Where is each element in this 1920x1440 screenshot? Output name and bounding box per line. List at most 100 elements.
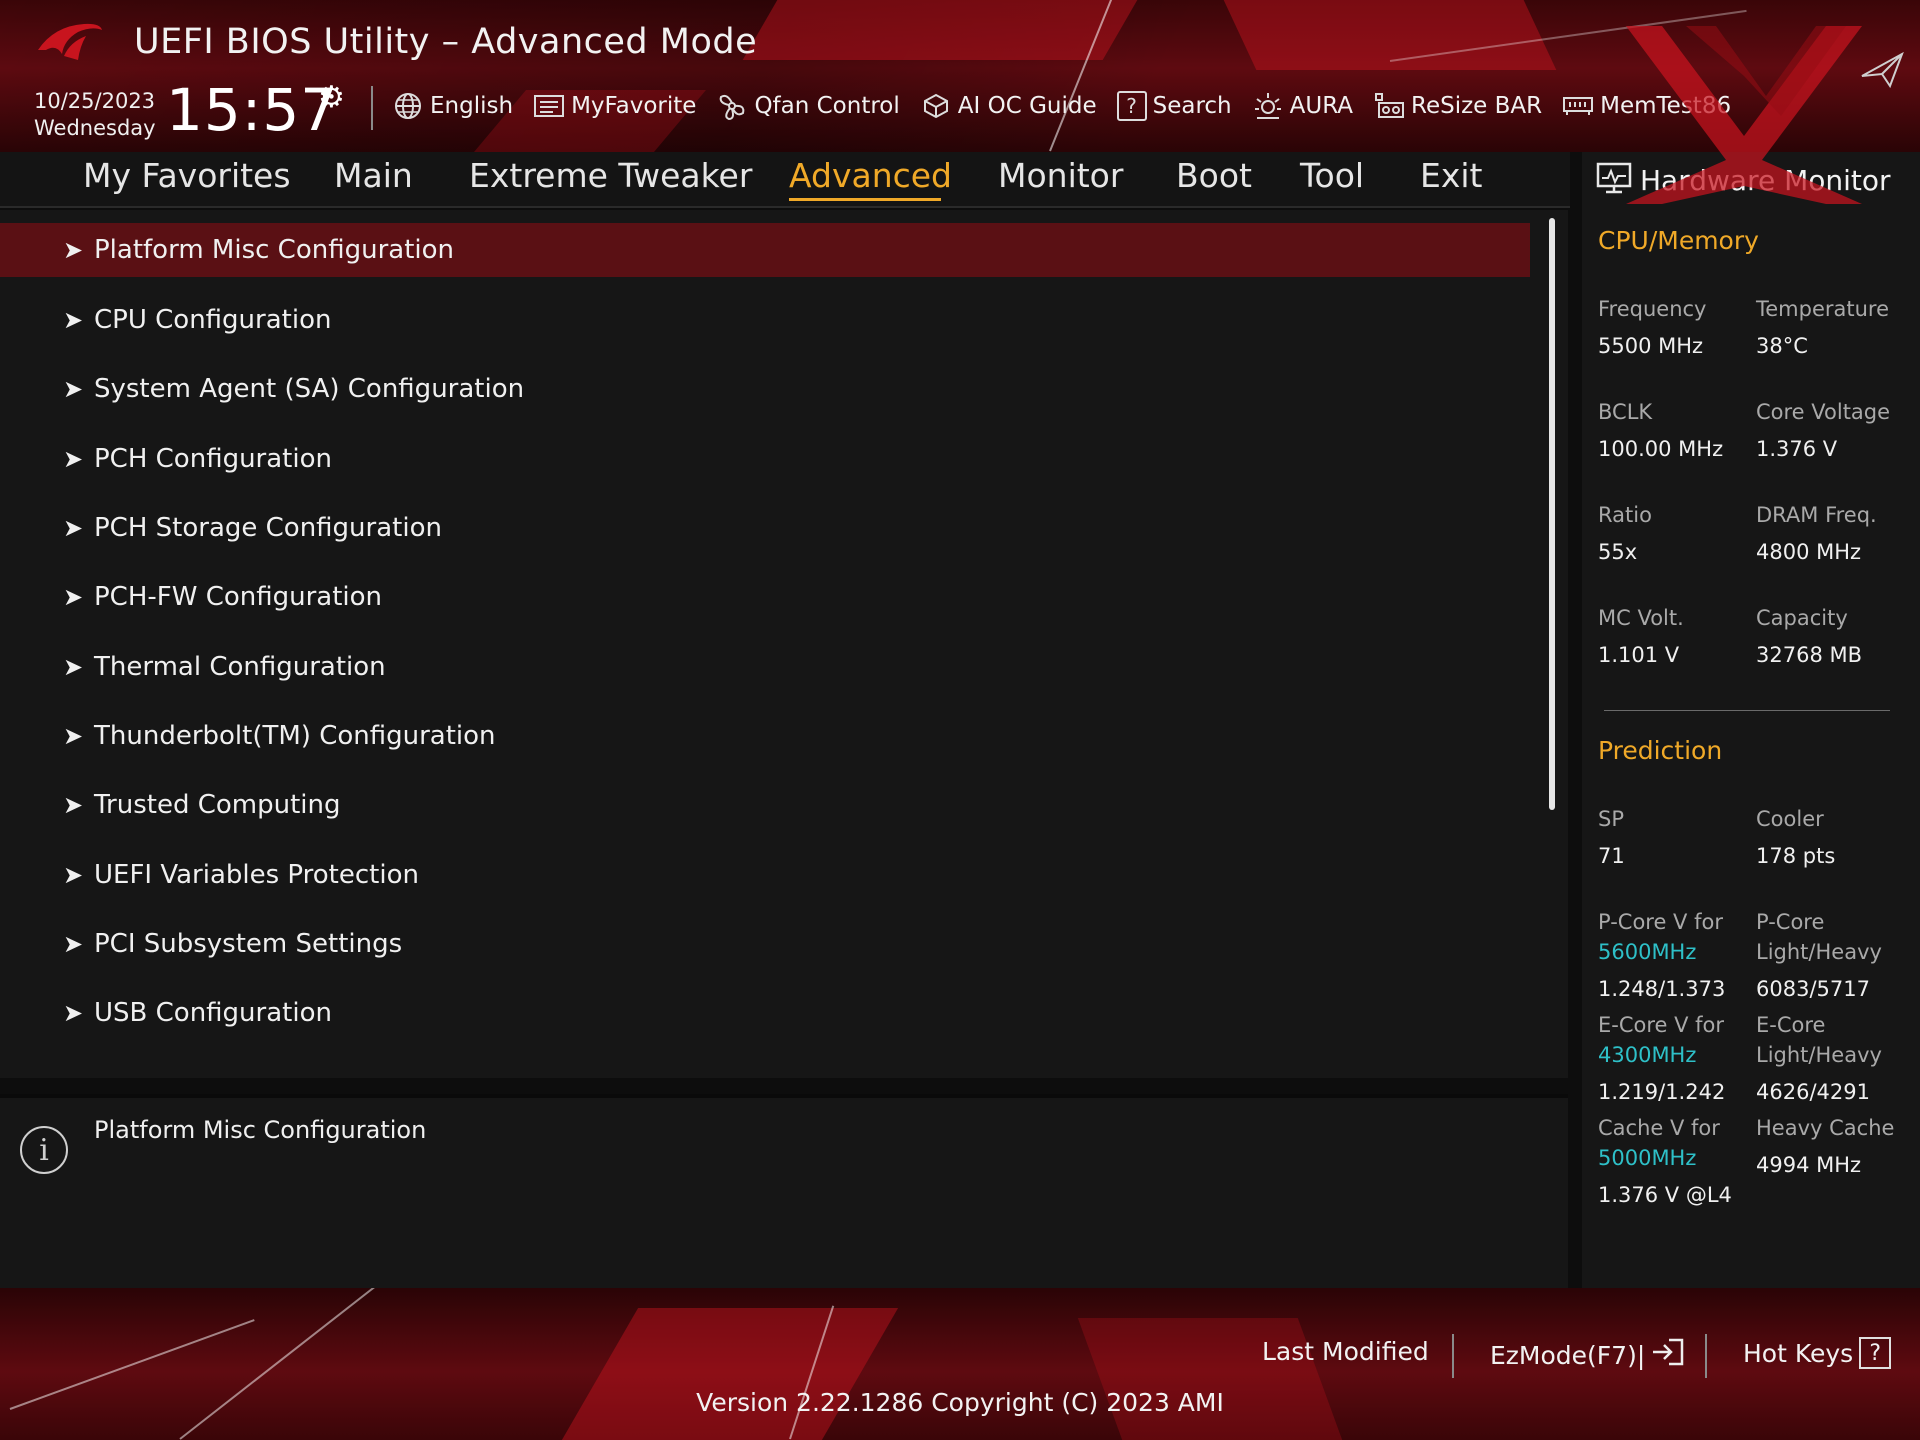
footer-separator	[1705, 1334, 1707, 1378]
date-text: 10/25/2023	[34, 89, 156, 113]
ecore-v-freq: 4300MHz	[1598, 1043, 1697, 1067]
last-modified-button[interactable]: Last Modified	[1262, 1337, 1429, 1366]
search-button[interactable]: ? Search	[1116, 91, 1232, 121]
ratio-label: Ratio	[1598, 503, 1652, 527]
ecore-lh-label-1: E-Core	[1756, 1013, 1826, 1037]
aura-button[interactable]: AURA	[1252, 90, 1353, 122]
tab-boot[interactable]: Boot	[1176, 156, 1252, 195]
tab-tool[interactable]: Tool	[1300, 156, 1364, 195]
dram-freq-label: DRAM Freq.	[1756, 503, 1877, 527]
tab-my-favorites[interactable]: My Favorites	[83, 156, 291, 195]
chevron-right-icon: ➤	[63, 722, 84, 750]
list-item-pch-configuration[interactable]: ➤ PCH Configuration	[0, 432, 1530, 486]
list-item-thermal[interactable]: ➤ Thermal Configuration	[0, 640, 1530, 694]
list-item-pci-subsystem[interactable]: ➤ PCI Subsystem Settings	[0, 917, 1530, 971]
tab-monitor[interactable]: Monitor	[998, 156, 1123, 195]
chevron-right-icon: ➤	[63, 306, 84, 334]
pcore-v-label: P-Core V for	[1598, 910, 1723, 934]
ai-oc-guide-button[interactable]: AI OC Guide	[920, 90, 1097, 122]
language-button[interactable]: English	[392, 90, 513, 122]
list-item-pch-storage[interactable]: ➤ PCH Storage Configuration	[0, 501, 1530, 555]
chevron-right-icon: ➤	[63, 583, 84, 611]
last-modified-label: Last Modified	[1262, 1337, 1429, 1366]
chevron-right-icon: ➤	[63, 791, 84, 819]
date-display: 10/25/2023 Wednesday	[34, 88, 156, 142]
core-voltage-label: Core Voltage	[1756, 400, 1891, 424]
list-item-uefi-variables[interactable]: ➤ UEFI Variables Protection	[0, 848, 1530, 902]
memtest-button[interactable]: MemTest86	[1562, 90, 1731, 122]
sp-label: SP	[1598, 807, 1624, 831]
ai-oc-guide-label: AI OC Guide	[957, 93, 1097, 119]
list-item-pch-fw[interactable]: ➤ PCH-FW Configuration	[0, 570, 1530, 624]
tab-advanced[interactable]: Advanced	[789, 156, 952, 195]
cache-v-freq: 5000MHz	[1598, 1146, 1697, 1170]
memtest-icon	[1562, 90, 1594, 122]
aura-label: AURA	[1289, 93, 1353, 119]
resize-bar-icon	[1373, 90, 1405, 122]
app-title: UEFI BIOS Utility – Advanced Mode	[134, 22, 758, 62]
cache-v-value: 1.376 V @L4	[1598, 1183, 1732, 1207]
ecore-lh-label-2: Light/Heavy	[1756, 1043, 1882, 1067]
qfan-control-button[interactable]: Qfan Control	[716, 90, 900, 122]
ecore-v-label: E-Core V for	[1598, 1013, 1725, 1037]
hot-keys-label: Hot Keys	[1743, 1338, 1854, 1368]
bclk-label: BCLK	[1598, 400, 1653, 424]
qfan-control-label: Qfan Control	[754, 93, 900, 119]
hot-keys-button[interactable]: Hot Keys ?	[1743, 1337, 1892, 1369]
help-description: Platform Misc Configuration	[94, 1116, 427, 1144]
chevron-right-icon: ➤	[63, 236, 84, 264]
cache-v-label: Cache V for	[1598, 1116, 1720, 1140]
list-item-platform-misc[interactable]: ➤ Platform Misc Configuration	[0, 223, 1530, 277]
list-item-cpu-configuration[interactable]: ➤ CPU Configuration	[0, 293, 1530, 347]
chevron-right-icon: ➤	[63, 653, 84, 681]
list-item-label: System Agent (SA) Configuration	[94, 374, 525, 404]
menu-scrollbar[interactable]	[1549, 218, 1555, 810]
hardware-monitor-panel: Hardware Monitor CPU/Memory Frequency 55…	[1582, 152, 1920, 1288]
list-item-label: USB Configuration	[94, 998, 332, 1028]
resize-bar-label: ReSize BAR	[1411, 93, 1543, 119]
main-nav: My Favorites Main Extreme Tweaker Advanc…	[0, 152, 1570, 208]
help-panel: i Platform Misc Configuration	[0, 1094, 1568, 1288]
list-item-trusted-computing[interactable]: ➤ Trusted Computing	[0, 778, 1530, 832]
send-arrow-icon[interactable]	[1860, 50, 1904, 90]
list-item-label: PCI Subsystem Settings	[94, 929, 403, 959]
cooler-label: Cooler	[1756, 807, 1824, 831]
day-text: Wednesday	[34, 116, 156, 140]
tab-main[interactable]: Main	[334, 156, 413, 195]
capacity-value: 32768 MB	[1756, 643, 1863, 667]
pcore-v-freq: 5600MHz	[1598, 940, 1697, 964]
exit-arrow-icon	[1651, 1337, 1685, 1373]
pcore-lh-label-1: P-Core	[1756, 910, 1825, 934]
mc-volt-value: 1.101 V	[1598, 643, 1680, 667]
heavy-cache-value: 4994 MHz	[1756, 1153, 1862, 1177]
list-item-usb-configuration[interactable]: ➤ USB Configuration	[0, 986, 1530, 1040]
header-separator	[371, 86, 373, 130]
aura-icon	[1252, 90, 1284, 122]
chevron-right-icon: ➤	[63, 999, 84, 1027]
ezmode-label: EzMode(F7)|	[1490, 1340, 1646, 1370]
monitor-icon	[1596, 162, 1632, 198]
clock[interactable]: 15:57	[166, 76, 338, 144]
list-item-label: CPU Configuration	[94, 305, 332, 335]
core-voltage-value: 1.376 V	[1756, 437, 1838, 461]
frequency-value: 5500 MHz	[1598, 334, 1704, 358]
list-item-thunderbolt[interactable]: ➤ Thunderbolt(TM) Configuration	[0, 709, 1530, 763]
temperature-label: Temperature	[1756, 297, 1890, 321]
myfavorite-button[interactable]: MyFavorite	[533, 90, 696, 122]
clock-settings-gear-icon[interactable]: ⚙	[318, 80, 345, 115]
list-item-label: PCH Storage Configuration	[94, 513, 442, 543]
capacity-label: Capacity	[1756, 606, 1848, 630]
chevron-right-icon: ➤	[63, 861, 84, 889]
ecore-v-value: 1.219/1.242	[1598, 1080, 1726, 1104]
tab-extreme-tweaker[interactable]: Extreme Tweaker	[469, 156, 752, 195]
cooler-value: 178 pts	[1756, 844, 1836, 868]
pcore-v-value: 1.248/1.373	[1598, 977, 1726, 1001]
tab-exit[interactable]: Exit	[1420, 156, 1483, 195]
language-label: English	[430, 93, 514, 119]
ezmode-button[interactable]: EzMode(F7)|	[1490, 1337, 1685, 1373]
pcore-lh-label-2: Light/Heavy	[1756, 940, 1882, 964]
ratio-value: 55x	[1598, 540, 1638, 564]
list-item-system-agent[interactable]: ➤ System Agent (SA) Configuration	[0, 362, 1530, 416]
mc-volt-label: MC Volt.	[1598, 606, 1684, 630]
resize-bar-button[interactable]: ReSize BAR	[1373, 90, 1542, 122]
